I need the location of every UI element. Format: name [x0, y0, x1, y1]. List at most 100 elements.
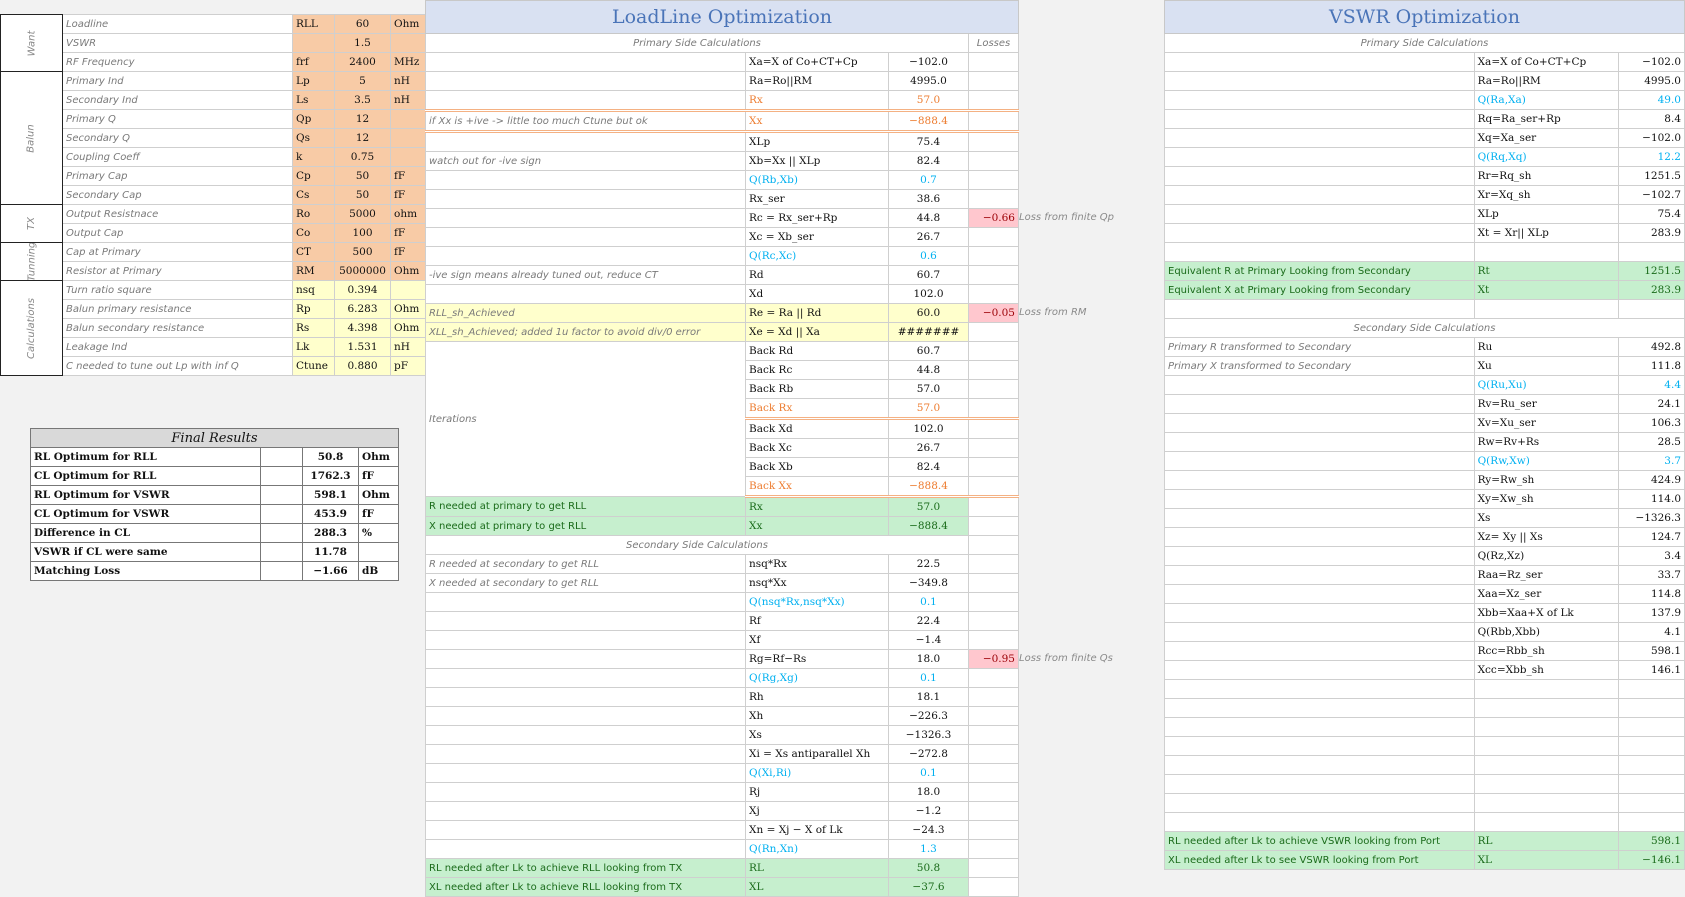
vswr-value[interactable]: 12.2	[1618, 147, 1685, 167]
final-value[interactable]: 1762.3	[302, 466, 359, 486]
input-value[interactable]: 60	[334, 14, 391, 34]
input-value[interactable]: 12	[334, 128, 391, 148]
loadline-value[interactable]: 102.0	[888, 418, 969, 439]
vswr-value[interactable]: −146.1	[1618, 850, 1685, 870]
vswr-value[interactable]: 8.4	[1618, 109, 1685, 129]
vswr-value[interactable]	[1618, 242, 1685, 262]
vswr-value[interactable]: 114.0	[1618, 489, 1685, 509]
loadline-value[interactable]: 44.8	[888, 208, 969, 228]
input-value[interactable]: 0.880	[334, 356, 391, 376]
final-value[interactable]: 11.78	[302, 542, 359, 562]
loadline-value[interactable]: 57.0	[888, 379, 969, 399]
vswr-value[interactable]: 492.8	[1618, 337, 1685, 357]
loadline-value[interactable]: 44.8	[888, 360, 969, 380]
loadline-value[interactable]: 57.0	[888, 90, 969, 112]
final-value[interactable]: 288.3	[302, 523, 359, 543]
loadline-value[interactable]: 26.7	[888, 227, 969, 247]
vswr-value[interactable]: 283.9	[1618, 223, 1685, 243]
loadline-value[interactable]: 0.6	[888, 246, 969, 266]
final-value[interactable]: 50.8	[302, 447, 359, 467]
vswr-value[interactable]: 4995.0	[1618, 71, 1685, 91]
vswr-value[interactable]: 111.8	[1618, 356, 1685, 376]
vswr-value[interactable]: 124.7	[1618, 527, 1685, 547]
vswr-value[interactable]	[1618, 793, 1685, 813]
input-value[interactable]: 6.283	[334, 299, 391, 319]
loadline-value[interactable]: −888.4	[888, 110, 969, 133]
loadline-value[interactable]: −102.0	[888, 52, 969, 72]
loadline-value[interactable]: −888.4	[888, 516, 969, 536]
vswr-value[interactable]: 114.8	[1618, 584, 1685, 604]
vswr-value[interactable]: 283.9	[1618, 280, 1685, 300]
loadline-value[interactable]: 0.1	[888, 763, 969, 783]
loadline-value[interactable]: 1.3	[888, 839, 969, 859]
loadline-value[interactable]: 0.1	[888, 592, 969, 612]
loadline-value[interactable]: 57.0	[888, 398, 969, 420]
vswr-value[interactable]: 3.4	[1618, 546, 1685, 566]
vswr-value[interactable]: 146.1	[1618, 660, 1685, 680]
vswr-value[interactable]	[1618, 679, 1685, 699]
vswr-value[interactable]: 49.0	[1618, 90, 1685, 110]
loadline-value[interactable]: 50.8	[888, 858, 969, 878]
loadline-value[interactable]: −1.2	[888, 801, 969, 821]
loadline-value[interactable]: 26.7	[888, 438, 969, 458]
vswr-value[interactable]: 28.5	[1618, 432, 1685, 452]
input-value[interactable]: 100	[334, 223, 391, 243]
loadline-value[interactable]: 18.0	[888, 782, 969, 802]
loadline-value[interactable]: 60.7	[888, 341, 969, 361]
loadline-value[interactable]: 60.7	[888, 265, 969, 285]
final-value[interactable]: 453.9	[302, 504, 359, 524]
loadline-value[interactable]: −272.8	[888, 744, 969, 764]
input-value[interactable]: 0.394	[334, 280, 391, 300]
input-value[interactable]: 5000000	[334, 261, 391, 281]
vswr-value[interactable]	[1618, 736, 1685, 756]
vswr-value[interactable]	[1618, 717, 1685, 737]
loadline-value[interactable]: −1.4	[888, 630, 969, 650]
input-value[interactable]: 0.75	[334, 147, 391, 167]
input-value[interactable]: 500	[334, 242, 391, 262]
loadline-value[interactable]: 22.4	[888, 611, 969, 631]
input-value[interactable]: 50	[334, 166, 391, 186]
loadline-value[interactable]: 60.0	[888, 303, 969, 323]
input-value[interactable]: 2400	[334, 52, 391, 72]
loadline-value[interactable]: 75.4	[888, 131, 969, 152]
loadline-value[interactable]: 18.0	[888, 649, 969, 669]
input-value[interactable]: 3.5	[334, 90, 391, 110]
input-value[interactable]: 4.398	[334, 318, 391, 338]
loadline-value[interactable]: 0.7	[888, 170, 969, 190]
loadline-value[interactable]: 102.0	[888, 284, 969, 304]
vswr-value[interactable]	[1618, 755, 1685, 775]
vswr-value[interactable]	[1618, 812, 1685, 832]
loadline-value[interactable]: 82.4	[888, 151, 969, 171]
vswr-value[interactable]	[1618, 698, 1685, 718]
vswr-value[interactable]: 137.9	[1618, 603, 1685, 623]
loadline-value[interactable]: 18.1	[888, 687, 969, 707]
vswr-value[interactable]	[1618, 774, 1685, 794]
final-value[interactable]: −1.66	[302, 561, 359, 581]
loadline-value[interactable]: −888.4	[888, 476, 969, 498]
input-value[interactable]: 12	[334, 109, 391, 129]
input-value[interactable]: 5	[334, 71, 391, 91]
loadline-value[interactable]: −349.8	[888, 573, 969, 593]
loadline-value[interactable]: −24.3	[888, 820, 969, 840]
loadline-value[interactable]: #######	[888, 322, 969, 342]
vswr-value[interactable]	[1618, 299, 1685, 319]
input-value[interactable]: 1.5	[334, 33, 391, 53]
loadline-value[interactable]: −226.3	[888, 706, 969, 726]
vswr-value[interactable]: 1251.5	[1618, 261, 1685, 281]
vswr-value[interactable]: 33.7	[1618, 565, 1685, 585]
input-value[interactable]: 1.531	[334, 337, 391, 357]
loadline-value[interactable]: −1326.3	[888, 725, 969, 745]
vswr-value[interactable]: 1251.5	[1618, 166, 1685, 186]
loadline-value[interactable]: 4995.0	[888, 71, 969, 91]
loadline-value[interactable]: 22.5	[888, 554, 969, 574]
loadline-value[interactable]: 0.1	[888, 668, 969, 688]
input-value[interactable]: 50	[334, 185, 391, 205]
vswr-value[interactable]: −1326.3	[1618, 508, 1685, 528]
vswr-value[interactable]: −102.7	[1618, 185, 1685, 205]
vswr-value[interactable]: −102.0	[1618, 128, 1685, 148]
loadline-value[interactable]: −37.6	[888, 877, 969, 897]
final-value[interactable]: 598.1	[302, 485, 359, 505]
vswr-value[interactable]: 4.1	[1618, 622, 1685, 642]
vswr-value[interactable]: 424.9	[1618, 470, 1685, 490]
vswr-value[interactable]: 75.4	[1618, 204, 1685, 224]
